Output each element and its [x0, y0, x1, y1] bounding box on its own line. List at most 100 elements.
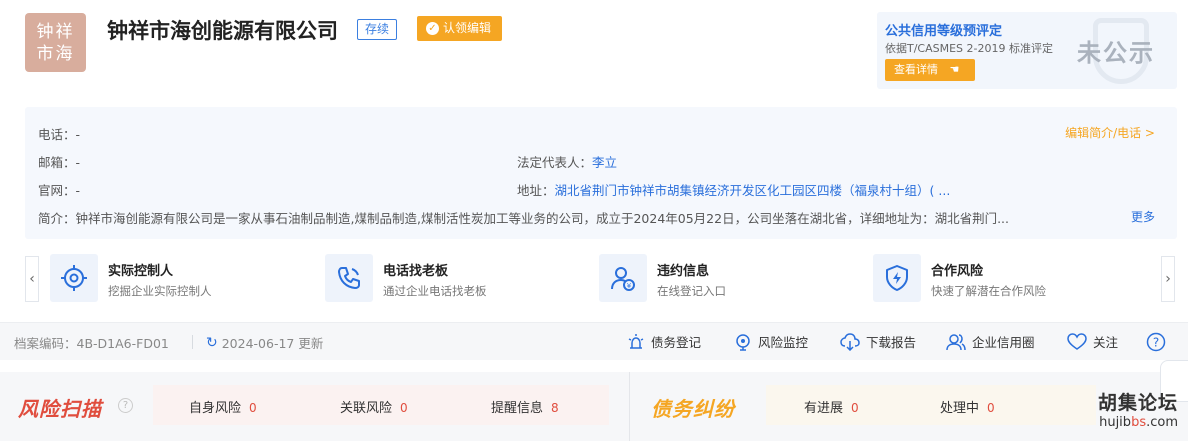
target-icon — [50, 254, 98, 302]
credit-title: 公共信用等级预评定 — [885, 24, 1003, 39]
debt-items-box: 有进展 0 处理中 0 — [766, 385, 1096, 425]
refresh-icon: ↻ — [206, 334, 218, 351]
svg-text:?: ? — [1153, 336, 1159, 350]
card-desc: 通过企业电话找老板 — [383, 284, 487, 298]
action-toolbar: 档案编码：4B-D1A6-FD01 ↻ 2024-06-17 更新 债务登记 风… — [0, 322, 1188, 360]
brief-row: 简介：钟祥市海创能源有限公司是一家从事石油制品制造,煤制品制造,煤制活性炭加工等… — [38, 208, 1123, 227]
debt-item-count: 0 — [851, 401, 859, 415]
risk-item-label: 关联风险 — [340, 401, 393, 416]
debt-item-label: 有进展 — [804, 401, 844, 416]
card-default-info[interactable]: ¥ 违约信息 在线登记入口 — [599, 254, 849, 302]
heart-icon — [1067, 332, 1087, 350]
card-desc: 挖掘企业实际控制人 — [108, 284, 212, 298]
risk-monitor-label: 风险监控 — [758, 335, 809, 350]
email-label: 邮箱： — [38, 155, 76, 170]
help-circle-icon[interactable]: ? — [118, 398, 133, 413]
risk-item-related[interactable]: 关联风险 0 — [340, 397, 408, 416]
logo-line-2: 市海 — [36, 43, 75, 64]
debt-item-processing[interactable]: 处理中 0 — [940, 397, 995, 416]
card-title: 电话找老板 — [383, 264, 449, 279]
risk-item-count: 8 — [551, 401, 559, 415]
risk-monitor-button[interactable]: 风险监控 — [734, 332, 808, 351]
legal-rep-row: 法定代表人：李立 — [517, 152, 617, 171]
website-value: - — [75, 183, 81, 198]
risk-item-self[interactable]: 自身风险 0 — [189, 397, 257, 416]
card-find-boss[interactable]: 电话找老板 通过企业电话找老板 — [325, 254, 575, 302]
card-desc: 在线登记入口 — [657, 284, 726, 298]
debt-register-button[interactable]: 债务登记 — [627, 332, 701, 351]
logo-line-1: 钟祥 — [36, 21, 75, 42]
more-link[interactable]: 更多 — [1131, 208, 1155, 225]
credit-circle-label: 企业信用圈 — [972, 335, 1035, 350]
watermark-name: 胡集论坛 — [1097, 392, 1178, 414]
radar-icon — [736, 333, 750, 351]
question-icon: ? — [1146, 332, 1166, 352]
follow-label: 关注 — [1093, 335, 1119, 350]
update-time[interactable]: ↻ 2024-06-17 更新 — [206, 333, 323, 352]
credit-subtitle: 依据T/CASMES 2-2019 标准评定 — [885, 42, 1053, 55]
debt-dispute-title: 债务纠纷 — [651, 397, 735, 421]
help-button[interactable]: ? — [1146, 332, 1166, 352]
watermark-url-prefix: hujib — [1099, 415, 1132, 430]
legal-rep-link[interactable]: 李立 — [592, 155, 617, 170]
credit-circle-button[interactable]: 企业信用圈 — [946, 332, 1035, 351]
watermark-url-red: bs — [1131, 415, 1147, 430]
download-report-label: 下载报告 — [866, 335, 917, 350]
address-label: 地址： — [517, 183, 555, 198]
credit-grade: 未公示 — [1077, 39, 1155, 67]
users-icon — [946, 333, 966, 350]
card-actual-controller[interactable]: 实际控制人 挖掘企业实际控制人 — [50, 254, 300, 302]
forum-watermark: 胡集论坛 hujibbs.com — [1098, 388, 1178, 430]
card-cooperation-risk[interactable]: 合作风险 快速了解潜在合作风险 — [873, 254, 1123, 302]
company-page: 钟祥 市海 钟祥市海创能源有限公司 存续 ✓ 认领编辑 公共信用等级预评定 依据… — [0, 0, 1188, 441]
watermark-url: hujibbs.com — [1098, 415, 1178, 430]
risk-scan-title: 风险扫描 — [18, 397, 102, 421]
archive-code: 档案编码：4B-D1A6-FD01 — [14, 336, 169, 351]
cloud-download-icon — [840, 332, 860, 351]
risk-scan-bar: 风险扫描 ? 自身风险 0 关联风险 0 提醒信息 8 债务纠纷 有进展 0 处理中 0 — [0, 372, 1188, 441]
check-icon: ✓ — [426, 22, 439, 35]
view-detail-label: 查看详情 — [894, 63, 938, 76]
debt-item-count: 0 — [987, 401, 995, 415]
card-desc: 快速了解潜在合作风险 — [931, 284, 1046, 298]
svg-text:¥: ¥ — [627, 282, 632, 290]
debt-register-label: 债务登记 — [651, 335, 702, 350]
card-title: 实际控制人 — [108, 264, 174, 279]
shield-bolt-icon — [873, 254, 921, 302]
edit-brief-phone-link[interactable]: 编辑简介/电话 > — [1065, 124, 1155, 141]
card-title: 违约信息 — [657, 264, 710, 279]
phone-row: 电话：- — [38, 124, 80, 143]
credit-rating-panel: 公共信用等级预评定 依据T/CASMES 2-2019 标准评定 查看详情 ☚ … — [877, 12, 1177, 89]
carousel-next-button[interactable]: › — [1161, 256, 1175, 302]
legal-rep-label: 法定代表人： — [517, 155, 593, 170]
risk-item-label: 提醒信息 — [491, 401, 544, 416]
address-link[interactable]: 湖北省荆门市钟祥市胡集镇经济开发区化工园区四楼（福泉村十组）( ... — [555, 183, 951, 198]
debt-item-label: 处理中 — [940, 401, 980, 416]
carousel-prev-button[interactable]: ‹ — [25, 256, 39, 302]
risk-item-label: 自身风险 — [189, 401, 242, 416]
website-row: 官网：- — [38, 180, 80, 199]
company-info-panel: 电话：- 编辑简介/电话 > 邮箱： - 法定代表人：李立 官网：- 地址：湖北省… — [25, 107, 1177, 239]
watermark-url-suffix: .com — [1146, 415, 1178, 430]
website-label: 官网： — [38, 183, 76, 198]
company-logo: 钟祥 市海 — [25, 13, 86, 72]
toolbar-divider — [192, 335, 193, 349]
address-row: 地址：湖北省荆门市钟祥市胡集镇经济开发区化工园区四楼（福泉村十组）( ... — [517, 180, 950, 199]
risk-item-reminder[interactable]: 提醒信息 8 — [491, 397, 559, 416]
claim-edit-label: 认领编辑 — [443, 21, 492, 35]
section-divider — [629, 372, 630, 441]
status-badge: 存续 — [357, 19, 398, 40]
risk-item-count: 0 — [249, 401, 257, 415]
user-yen-icon: ¥ — [599, 254, 647, 302]
update-time-text: 2024-06-17 更新 — [221, 336, 324, 351]
follow-button[interactable]: 关注 — [1067, 332, 1118, 351]
view-detail-button[interactable]: 查看详情 ☚ — [885, 59, 975, 81]
company-name: 钟祥市海创能源有限公司 — [107, 19, 338, 43]
brief-label: 简介： — [38, 211, 76, 226]
download-report-button[interactable]: 下载报告 — [840, 332, 916, 351]
phone-icon — [325, 254, 373, 302]
claim-edit-button[interactable]: ✓ 认领编辑 — [417, 16, 503, 41]
debt-item-progress[interactable]: 有进展 0 — [804, 397, 859, 416]
lamp-icon — [628, 333, 644, 349]
hand-pointer-icon: ☚ — [949, 63, 960, 76]
